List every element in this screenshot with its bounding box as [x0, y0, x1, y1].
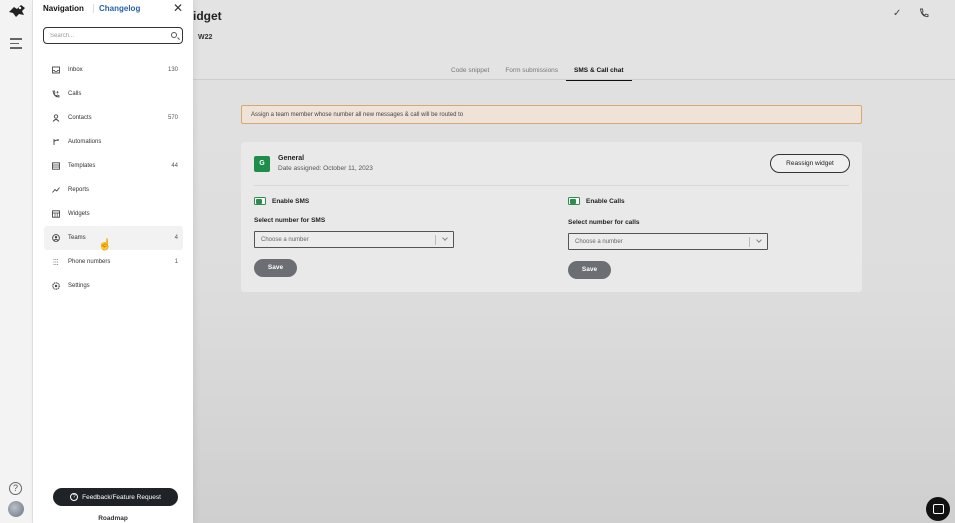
menu-toggle-icon[interactable]: [10, 38, 22, 52]
question-icon: ?: [70, 493, 79, 501]
nav-item-count: 1: [174, 259, 178, 265]
drawer-header: Navigation Changelog ✕: [43, 1, 183, 18]
nav-item-count: 130: [167, 67, 178, 73]
page-subtitle: W22: [198, 34, 213, 41]
nav-item-calls[interactable]: Calls: [44, 82, 183, 106]
nav-item-reports[interactable]: Reports: [44, 178, 183, 202]
phone-call-icon: [52, 90, 60, 98]
widget-icon: [52, 210, 60, 218]
nav-item-settings[interactable]: Settings: [44, 274, 183, 298]
sms-number-select[interactable]: Choose a number: [254, 231, 454, 248]
calls-number-select[interactable]: Choose a number: [568, 233, 768, 250]
nav-item-label: Widgets: [68, 211, 90, 217]
teams-icon: [52, 234, 60, 242]
tab-form-submissions[interactable]: Form submissions: [497, 67, 566, 81]
feedback-button[interactable]: ? Feedback/Feature Request: [53, 488, 178, 506]
nav-item-count: 570: [167, 115, 178, 121]
chevron-down-icon[interactable]: [442, 235, 448, 241]
search-icon[interactable]: [171, 32, 177, 38]
reassign-widget-button[interactable]: Reassign widget: [770, 154, 850, 173]
nav-list: Inbox 130 Calls Contacts 570 Automations…: [44, 58, 183, 298]
inbox-icon: [52, 66, 60, 74]
chat-support-icon[interactable]: [926, 497, 950, 521]
close-icon[interactable]: ✕: [173, 1, 183, 15]
nav-item-label: Calls: [68, 91, 82, 97]
sms-select-placeholder: Choose a number: [261, 237, 309, 243]
user-avatar[interactable]: [8, 501, 24, 517]
search-field[interactable]: [43, 27, 183, 44]
team-avatar: G: [254, 156, 270, 172]
nav-item-label: Teams: [68, 235, 86, 241]
feedback-button-label: Feedback/Feature Request: [82, 493, 161, 501]
enable-calls-label: Enable Calls: [586, 198, 625, 205]
gear-icon: [52, 282, 60, 290]
phone-numbers-icon: [53, 259, 59, 265]
nav-item-inbox[interactable]: Inbox 130: [44, 58, 183, 82]
nav-item-widgets[interactable]: Widgets: [44, 202, 183, 226]
brand-logo-icon[interactable]: [7, 3, 27, 19]
trend-icon: [52, 187, 60, 193]
nav-item-label: Inbox: [68, 67, 83, 73]
chevron-down-icon[interactable]: [756, 237, 762, 243]
drawer-title: Navigation: [43, 4, 84, 13]
nav-item-label: Reports: [68, 187, 90, 193]
help-icon[interactable]: ?: [9, 482, 22, 495]
changelog-link[interactable]: Changelog: [93, 4, 140, 13]
roadmap-link[interactable]: Roadmap: [33, 515, 193, 522]
sms-select-label: Select number for SMS: [254, 217, 326, 224]
calls-save-button[interactable]: Save: [568, 261, 611, 279]
navigation-drawer: Navigation Changelog ✕ Inbox 130 Calls C…: [33, 0, 193, 523]
routing-notice: Assign a team member whose number all ne…: [241, 105, 862, 124]
nav-item-teams[interactable]: Teams 4: [44, 226, 183, 250]
sms-save-button[interactable]: Save: [254, 259, 297, 277]
nav-item-label: Settings: [68, 283, 90, 289]
enable-calls-toggle[interactable]: [568, 197, 580, 205]
nav-item-contacts[interactable]: Contacts 570: [44, 106, 183, 130]
nav-item-label: Automations: [68, 139, 102, 145]
nav-item-label: Phone numbers: [68, 259, 111, 265]
date-assigned: Date assigned: October 11, 2023: [278, 165, 373, 172]
tab-bar: Code snippet Form submissions SMS & Call…: [443, 67, 633, 81]
nav-item-count: 4: [174, 235, 178, 241]
page-title: idget: [193, 9, 222, 23]
search-input[interactable]: [50, 31, 165, 41]
branch-icon: [53, 139, 59, 145]
calls-select-placeholder: Choose a number: [575, 239, 623, 245]
nav-item-label: Contacts: [68, 115, 92, 121]
team-card: G General Date assigned: October 11, 202…: [241, 142, 862, 292]
select-separator: [435, 235, 436, 245]
hand-cursor-icon: ☝: [98, 239, 112, 251]
calls-select-label: Select number for calls: [568, 219, 640, 226]
check-icon[interactable]: ✓: [893, 8, 901, 19]
phone-icon[interactable]: [919, 8, 929, 18]
nav-item-templates[interactable]: Templates 44: [44, 154, 183, 178]
team-name: General: [278, 155, 305, 162]
person-icon: [52, 114, 60, 122]
template-icon: [52, 162, 60, 170]
page-header: idget W22 ✓ Code snippet Form submission…: [193, 0, 955, 81]
select-separator: [749, 237, 750, 247]
nav-item-automations[interactable]: Automations: [44, 130, 183, 154]
main-content: idget W22 ✓ Code snippet Form submission…: [193, 0, 955, 523]
nav-item-label: Templates: [68, 163, 96, 169]
tab-code-snippet[interactable]: Code snippet: [443, 67, 497, 81]
card-divider: [254, 185, 849, 186]
nav-item-phone-numbers[interactable]: Phone numbers 1: [44, 250, 183, 274]
left-rail: ?: [0, 0, 33, 523]
tab-sms-call-chat[interactable]: SMS & Call chat: [566, 67, 633, 81]
enable-sms-label: Enable SMS: [272, 198, 310, 205]
nav-item-count: 44: [171, 163, 178, 169]
enable-sms-toggle[interactable]: [254, 197, 266, 205]
